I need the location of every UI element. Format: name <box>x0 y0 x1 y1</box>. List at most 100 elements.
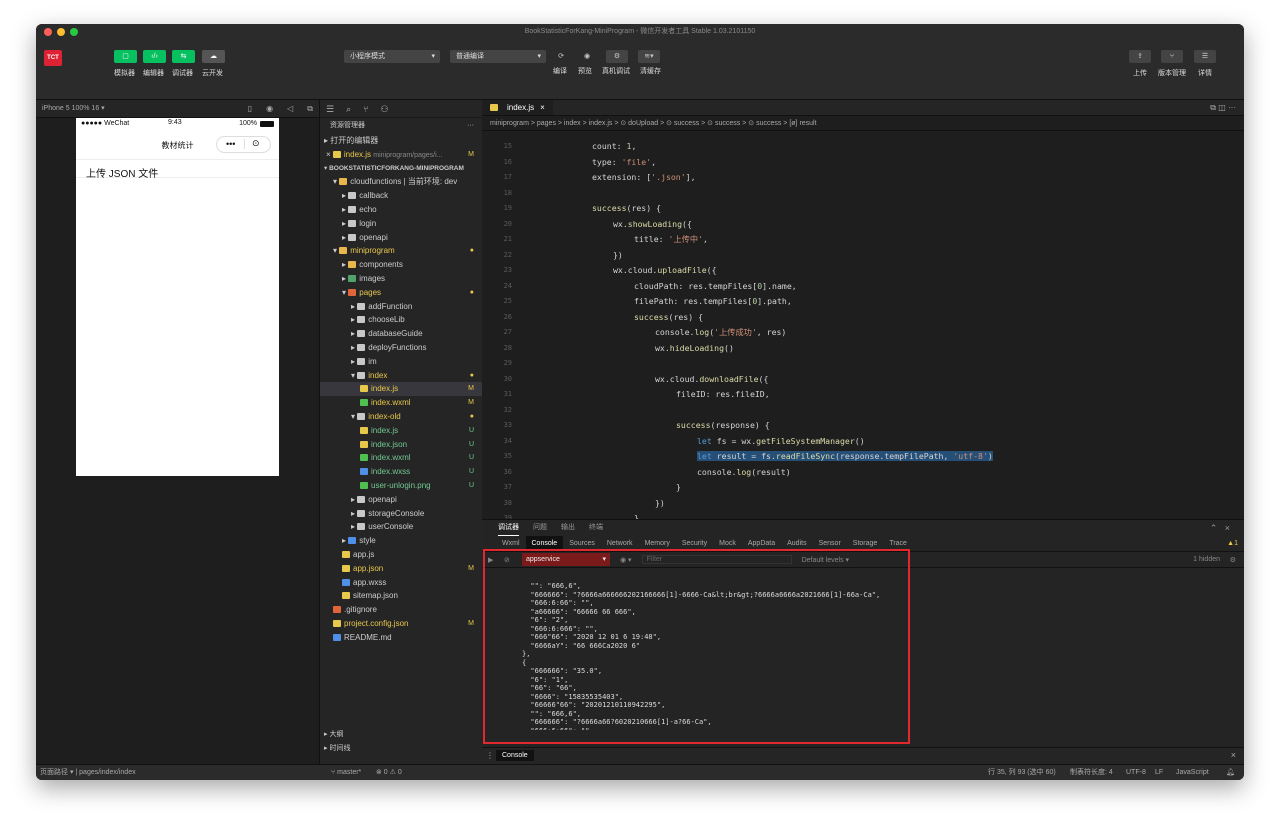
zoom-window-button[interactable] <box>70 28 78 36</box>
code-line[interactable]: 34 let fs = wx.getFileSystemManager() <box>482 434 1244 450</box>
code-line[interactable]: 33 success(response) { <box>482 418 1244 434</box>
code-line[interactable]: 22}) <box>482 248 1244 264</box>
tree-item[interactable]: ▾ pages ● <box>320 286 482 300</box>
tree-item[interactable]: ▾ index-old ● <box>320 410 482 424</box>
simulator-toggle-button[interactable]: ▢ <box>114 50 137 63</box>
tree-item[interactable]: app.json M <box>320 562 482 576</box>
code-area[interactable]: 15 count: 1, 16 type: 'file', 17 extension: [… <box>482 139 1244 519</box>
code-line[interactable]: 29 <box>482 356 1244 372</box>
clear-cache-button[interactable]: ≋▾ <box>638 50 660 63</box>
upload-button[interactable]: ⇪ <box>1129 50 1151 63</box>
tree-item[interactable]: ▸ chooseLib <box>320 313 482 327</box>
code-line[interactable]: 23 wx.cloud.uploadFile({ <box>482 263 1244 279</box>
search-icon[interactable]: ⌕ <box>346 104 351 114</box>
panel-controls[interactable]: ⌃ × <box>1210 520 1244 536</box>
split-editor-icon[interactable]: ⧉ ◫ ··· <box>1210 100 1244 115</box>
code-line[interactable]: 21 title: '上传中', <box>482 232 1244 248</box>
tree-item[interactable]: ▸ components <box>320 258 482 272</box>
tree-item[interactable]: ▾ cloudfunctions | 当前环境: dev <box>320 175 482 189</box>
warning-count[interactable]: ▲1 <box>1221 536 1244 551</box>
tree-item[interactable]: ▸ storageConsole <box>320 507 482 521</box>
code-line[interactable]: 18 <box>482 186 1244 202</box>
line-ending[interactable]: LF <box>1155 765 1163 780</box>
code-line[interactable]: 20 wx.showLoading({ <box>482 217 1244 233</box>
code-line[interactable]: 25 filePath: res.tempFiles[0].path, <box>482 294 1244 310</box>
open-editor-item[interactable]: × index.js miniprogram/pages/i... M <box>320 148 482 162</box>
tree-item[interactable]: ▸ addFunction <box>320 300 482 314</box>
tree-item[interactable]: ▾ index ● <box>320 369 482 383</box>
close-icon[interactable]: × <box>326 150 331 159</box>
cloud-dev-button[interactable]: ☁ <box>202 50 225 63</box>
bell-icon[interactable]: 🔔︎ <box>1226 765 1235 780</box>
tree-item[interactable]: index.wxss U <box>320 465 482 479</box>
outline-section[interactable]: ▸ 大纲 <box>320 728 482 742</box>
encoding[interactable]: UTF-8 <box>1126 765 1146 780</box>
tree-item[interactable]: ▸ login <box>320 217 482 231</box>
open-editors-section[interactable]: ▸ 打开的编辑器 <box>320 134 482 148</box>
debugger-toggle-button[interactable]: ⇆ <box>172 50 195 63</box>
git-branch[interactable]: ⑂ master* <box>331 765 361 780</box>
code-line[interactable]: 19 success(res) { <box>482 201 1244 217</box>
menu-capsule[interactable]: ••• ⊙ <box>216 136 271 153</box>
source-control-icon[interactable]: ⑂ <box>363 104 368 114</box>
breadcrumb[interactable]: miniprogram > pages > index > index.js >… <box>482 116 1244 131</box>
more-icon[interactable]: ••• <box>226 139 235 149</box>
version-control-button[interactable]: ⑂ <box>1161 50 1183 63</box>
code-line[interactable]: 37} <box>482 480 1244 496</box>
drawer-menu-icon[interactable]: ⋮ <box>486 751 494 760</box>
tab-debugger[interactable]: 调试器 <box>498 520 519 536</box>
code-line[interactable]: 26 success(res) { <box>482 310 1244 326</box>
code-line[interactable]: 30 wx.cloud.downloadFile({ <box>482 372 1244 388</box>
code-line[interactable]: 28 wx.hideLoading() <box>482 341 1244 357</box>
tree-item[interactable]: project.config.json M <box>320 617 482 631</box>
device-select[interactable]: iPhone 5 100% 16 ▾ <box>42 105 105 112</box>
details-button[interactable]: ☰ <box>1194 50 1216 63</box>
tab-terminal[interactable]: 终端 <box>589 520 603 536</box>
page-path[interactable]: 页面路径 ▾ | pages/index/index <box>40 765 136 780</box>
tree-item[interactable]: ▸ im <box>320 355 482 369</box>
tree-item[interactable]: ▸ openapi <box>320 493 482 507</box>
project-section[interactable]: ▾ BOOKSTATISTICFORKANG-MINIPROGRAM <box>320 162 482 176</box>
tree-item[interactable]: user-unlogin.png U <box>320 479 482 493</box>
tree-item[interactable]: ▸ callback <box>320 189 482 203</box>
code-line[interactable]: 15 count: 1, <box>482 139 1244 155</box>
compile-button[interactable]: ⟳ <box>550 50 572 63</box>
tree-item[interactable]: .gitignore <box>320 603 482 617</box>
preview-button[interactable]: ◉ <box>576 50 598 63</box>
code-line[interactable]: 17 extension: ['.json'], <box>482 170 1244 186</box>
tree-item[interactable]: app.wxss <box>320 576 482 590</box>
settings-icon[interactable]: ⚙ <box>1230 556 1236 564</box>
tree-item[interactable]: ▸ style <box>320 534 482 548</box>
tree-item[interactable]: index.js U <box>320 424 482 438</box>
code-line[interactable]: 16 type: 'file', <box>482 155 1244 171</box>
close-mini-program-icon[interactable]: ⊙ <box>252 138 260 149</box>
avatar[interactable]: TCT <box>44 50 62 66</box>
tab-output[interactable]: 输出 <box>561 520 575 536</box>
tree-item[interactable]: ▸ databaseGuide <box>320 327 482 341</box>
tab-console-drawer[interactable]: Console <box>496 750 534 761</box>
timeline-section[interactable]: ▸ 时间线 <box>320 742 482 756</box>
phone-icon[interactable]: ▯ <box>248 100 252 118</box>
language-mode[interactable]: JavaScript <box>1176 765 1209 780</box>
tree-item[interactable]: ▸ openapi <box>320 231 482 245</box>
tree-item[interactable]: index.wxml M <box>320 396 482 410</box>
tree-item[interactable]: index.wxml U <box>320 451 482 465</box>
tree-item[interactable]: sitemap.json <box>320 589 482 603</box>
problems-count[interactable]: ⊗ 0 ⚠ 0 <box>376 765 402 780</box>
code-line[interactable]: 38}) <box>482 496 1244 512</box>
code-line[interactable]: 39} <box>482 511 1244 519</box>
tree-item[interactable]: ▸ deployFunctions <box>320 341 482 355</box>
code-line[interactable]: 31 fileID: res.fileID, <box>482 387 1244 403</box>
tree-item[interactable]: README.md <box>320 631 482 645</box>
close-window-button[interactable] <box>44 28 52 36</box>
tree-item[interactable]: ▸ echo <box>320 203 482 217</box>
code-line[interactable]: 36 console.log(result) <box>482 465 1244 481</box>
tree-item[interactable]: ▸ images <box>320 272 482 286</box>
tree-item[interactable]: ▸ userConsole <box>320 520 482 534</box>
tab-problems[interactable]: 问题 <box>533 520 547 536</box>
tab-index-js[interactable]: index.js × <box>482 100 553 115</box>
new-window-icon[interactable]: ⧉ <box>307 100 313 118</box>
close-icon[interactable]: × <box>1231 750 1236 760</box>
volume-icon[interactable]: ◁ <box>287 100 293 118</box>
code-line[interactable]: 24 cloudPath: res.tempFiles[0].name, <box>482 279 1244 295</box>
